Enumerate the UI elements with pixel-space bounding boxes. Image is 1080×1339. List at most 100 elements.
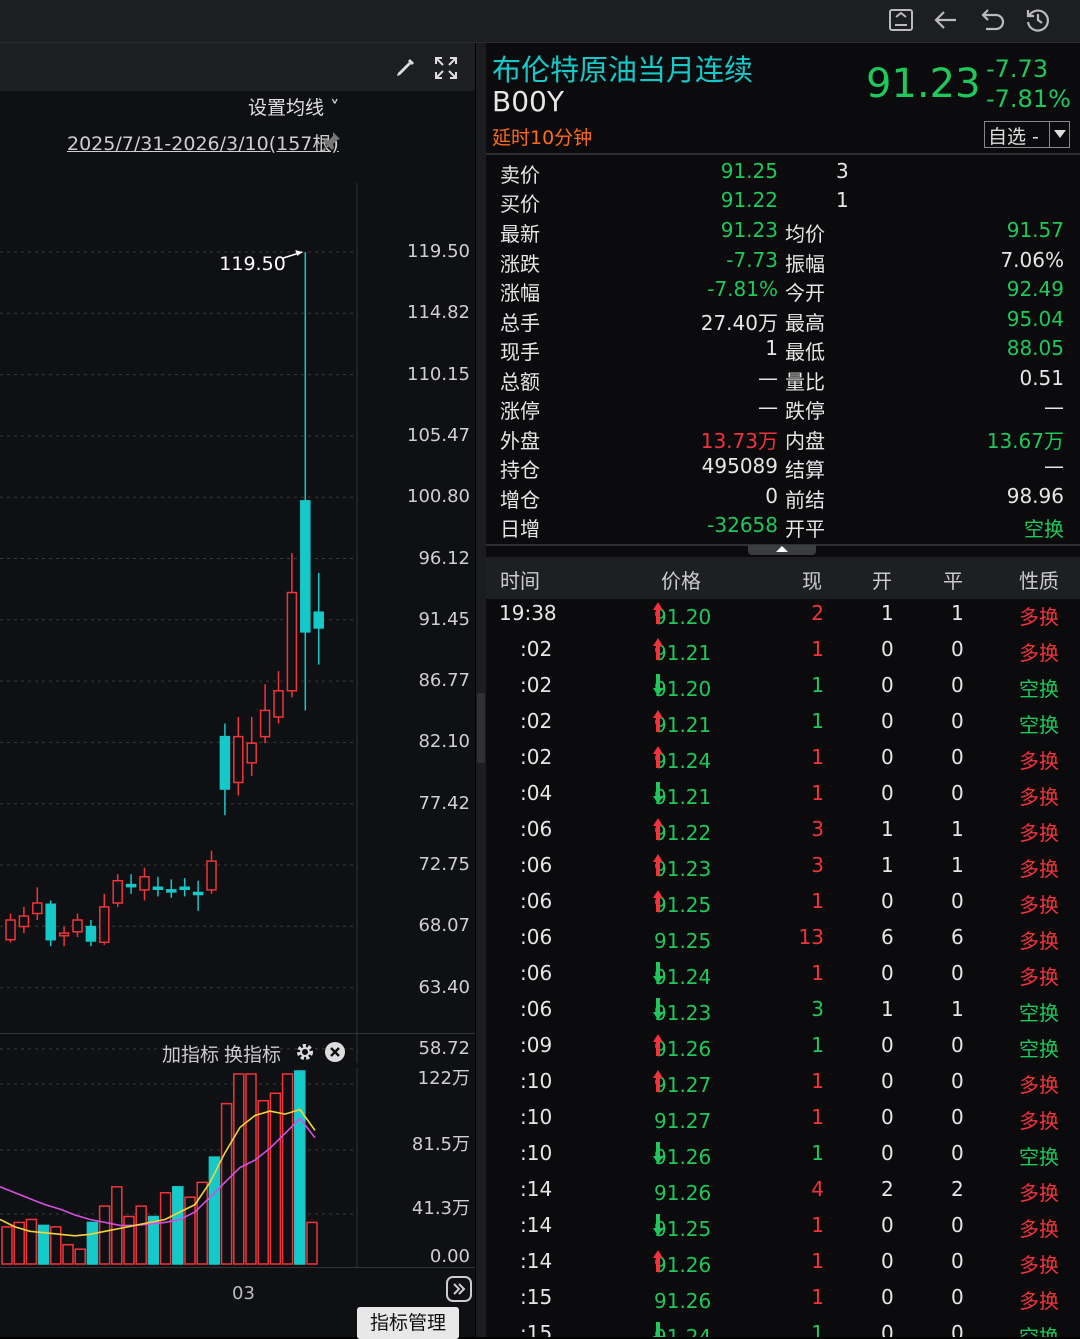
trade-row[interactable]: :02 91.24 1 0 0 多换 — [486, 741, 1080, 777]
trade-row[interactable]: :15 91.26 1 0 0 多换 — [486, 1281, 1080, 1317]
date-range-label[interactable]: 2025/7/31-2026/3/10(157根) — [67, 129, 339, 156]
trade-time: :14 — [520, 1213, 553, 1237]
col-open: 开 — [872, 569, 892, 593]
trade-volume: 1 — [811, 1321, 824, 1337]
trade-row[interactable]: :02 91.21 1 0 0 多换 — [486, 633, 1080, 669]
ask-volume: 3 — [836, 159, 849, 183]
trade-row[interactable]: :06 91.22 3 1 1 多换 — [486, 813, 1080, 849]
price-tick-label: 114.82 — [407, 302, 470, 324]
back-arrow-icon[interactable] — [930, 4, 962, 36]
stat-label: 均价 — [785, 222, 825, 246]
trade-nature: 空换 — [1019, 713, 1059, 737]
panel-divider[interactable] — [476, 43, 486, 1337]
trade-row[interactable]: :10 91.26 1 0 0 空换 — [486, 1137, 1080, 1173]
trade-row[interactable]: :02 91.20 1 0 0 空换 — [486, 669, 1080, 705]
stat-label: 跌停 — [785, 399, 825, 423]
trade-row[interactable]: :06 91.25 13 6 6 多换 — [486, 921, 1080, 957]
trade-row[interactable]: :10 91.27 1 0 0 多换 — [486, 1065, 1080, 1101]
stat-value: 13.73万 — [700, 428, 778, 453]
volume-bar — [172, 1186, 184, 1265]
candle-body — [18, 915, 30, 928]
stat-label: 外盘 — [500, 428, 540, 453]
trade-close: 0 — [951, 1213, 964, 1237]
indicator-manage-button[interactable]: 指标管理 — [357, 1307, 459, 1339]
trade-row[interactable]: :06 91.23 3 1 1 多换 — [486, 849, 1080, 885]
pin-icon[interactable] — [320, 130, 342, 152]
gear-icon[interactable] — [294, 1041, 316, 1063]
drag-handle[interactable] — [477, 693, 485, 763]
fullscreen-icon[interactable] — [432, 54, 460, 82]
history-icon[interactable] — [1022, 4, 1054, 36]
trade-nature: 多换 — [1019, 605, 1059, 629]
volume-bar — [245, 1073, 257, 1265]
candle-body — [233, 735, 244, 784]
stat-row: 现手 1 最低 88.05 — [486, 334, 1080, 364]
col-time: 时间 — [500, 569, 540, 593]
candle-body — [32, 902, 43, 915]
ask-label: 卖价 — [500, 163, 540, 187]
volume-bar — [123, 1215, 135, 1265]
stat-label: 振幅 — [785, 251, 825, 276]
trade-row[interactable]: :06 91.24 1 0 0 多换 — [486, 957, 1080, 993]
candle-body — [125, 883, 137, 888]
watchlist-dropdown[interactable]: 自选 - — [984, 121, 1070, 148]
candle-body — [246, 742, 257, 764]
candle-body — [45, 903, 56, 941]
trade-open: 1 — [881, 817, 894, 841]
add-indicator-button[interactable]: 加指标 — [162, 1040, 219, 1067]
trades-list[interactable]: 19:38 91.20 2 1 1 多换:02 91.21 1 0 0 多换:02 91.20 1 0 0 空… — [486, 597, 1080, 1337]
volume-bar — [25, 1218, 38, 1265]
trade-row[interactable]: :14 91.26 1 0 0 多换 — [486, 1245, 1080, 1281]
ma-setting-dropdown[interactable]: 设置均线 ˅ — [248, 93, 340, 120]
trade-open: 2 — [881, 1177, 894, 1201]
trade-time: :06 — [520, 925, 553, 949]
switch-indicator-button[interactable]: 换指标 — [224, 1040, 281, 1067]
trade-row[interactable]: 19:38 91.20 2 1 1 多换 — [486, 597, 1080, 633]
trade-price: 91.27 — [654, 1109, 712, 1133]
header-divider — [486, 153, 1080, 155]
volume-tick-label: 81.5万 — [411, 1134, 470, 1155]
trade-row[interactable]: :15 91.24 1 0 0 空换 — [486, 1317, 1080, 1337]
bid-price: 91.22 — [720, 188, 778, 212]
pencil-icon[interactable] — [393, 56, 417, 80]
volume-tick-label: 0.00 — [429, 1246, 470, 1267]
volume-bar — [86, 1221, 99, 1265]
trade-nature: 空换 — [1019, 677, 1059, 701]
trade-row[interactable]: :06 91.25 1 0 0 多换 — [486, 885, 1080, 921]
price-tick-label: 91.45 — [418, 608, 470, 630]
arrow-up-icon — [653, 638, 663, 660]
delay-notice: 延时10分钟 — [492, 127, 593, 149]
trade-time: :15 — [520, 1285, 553, 1309]
trade-row[interactable]: :14 91.26 4 2 2 多换 — [486, 1173, 1080, 1209]
trade-row[interactable]: :02 91.21 1 0 0 空换 — [486, 705, 1080, 741]
trade-row[interactable]: :14 91.25 1 0 0 多换 — [486, 1209, 1080, 1245]
trade-row[interactable]: :09 91.26 1 0 0 空换 — [486, 1029, 1080, 1065]
trade-nature: 多换 — [1019, 821, 1059, 845]
price-tick-label: 77.42 — [418, 792, 470, 814]
expand-icon[interactable] — [446, 1276, 472, 1302]
stat-row: 外盘 13.73万 内盘 13.67万 — [486, 423, 1080, 453]
stat-label: 前结 — [785, 487, 825, 512]
stat-value: 92.49 — [1006, 277, 1064, 301]
close-icon[interactable] — [324, 1041, 346, 1063]
arrow-down-icon — [653, 1322, 663, 1337]
price-tick-label: 82.10 — [418, 731, 470, 753]
undo-icon[interactable] — [976, 4, 1008, 36]
collapse-handle[interactable] — [748, 545, 816, 555]
stat-label: 最新 — [500, 222, 540, 246]
trade-time: :09 — [520, 1033, 553, 1057]
trade-row[interactable]: :10 91.27 1 0 0 多换 — [486, 1101, 1080, 1137]
screenshot-icon[interactable] — [885, 4, 917, 36]
trade-volume: 1 — [811, 1249, 824, 1273]
volume-tick-label: 122万 — [417, 1068, 470, 1089]
stat-label: 最低 — [785, 340, 825, 364]
trade-nature: 多换 — [1019, 1181, 1059, 1205]
stat-value: 27.40万 — [700, 310, 778, 335]
candle-body — [139, 876, 150, 891]
trade-volume: 1 — [811, 709, 824, 733]
trade-row[interactable]: :06 91.23 3 1 1 空换 — [486, 993, 1080, 1029]
trade-row[interactable]: :04 91.21 1 0 0 多换 — [486, 777, 1080, 813]
trade-open: 0 — [881, 709, 894, 733]
trade-open: 0 — [881, 1321, 894, 1337]
trade-volume: 1 — [811, 1141, 824, 1165]
